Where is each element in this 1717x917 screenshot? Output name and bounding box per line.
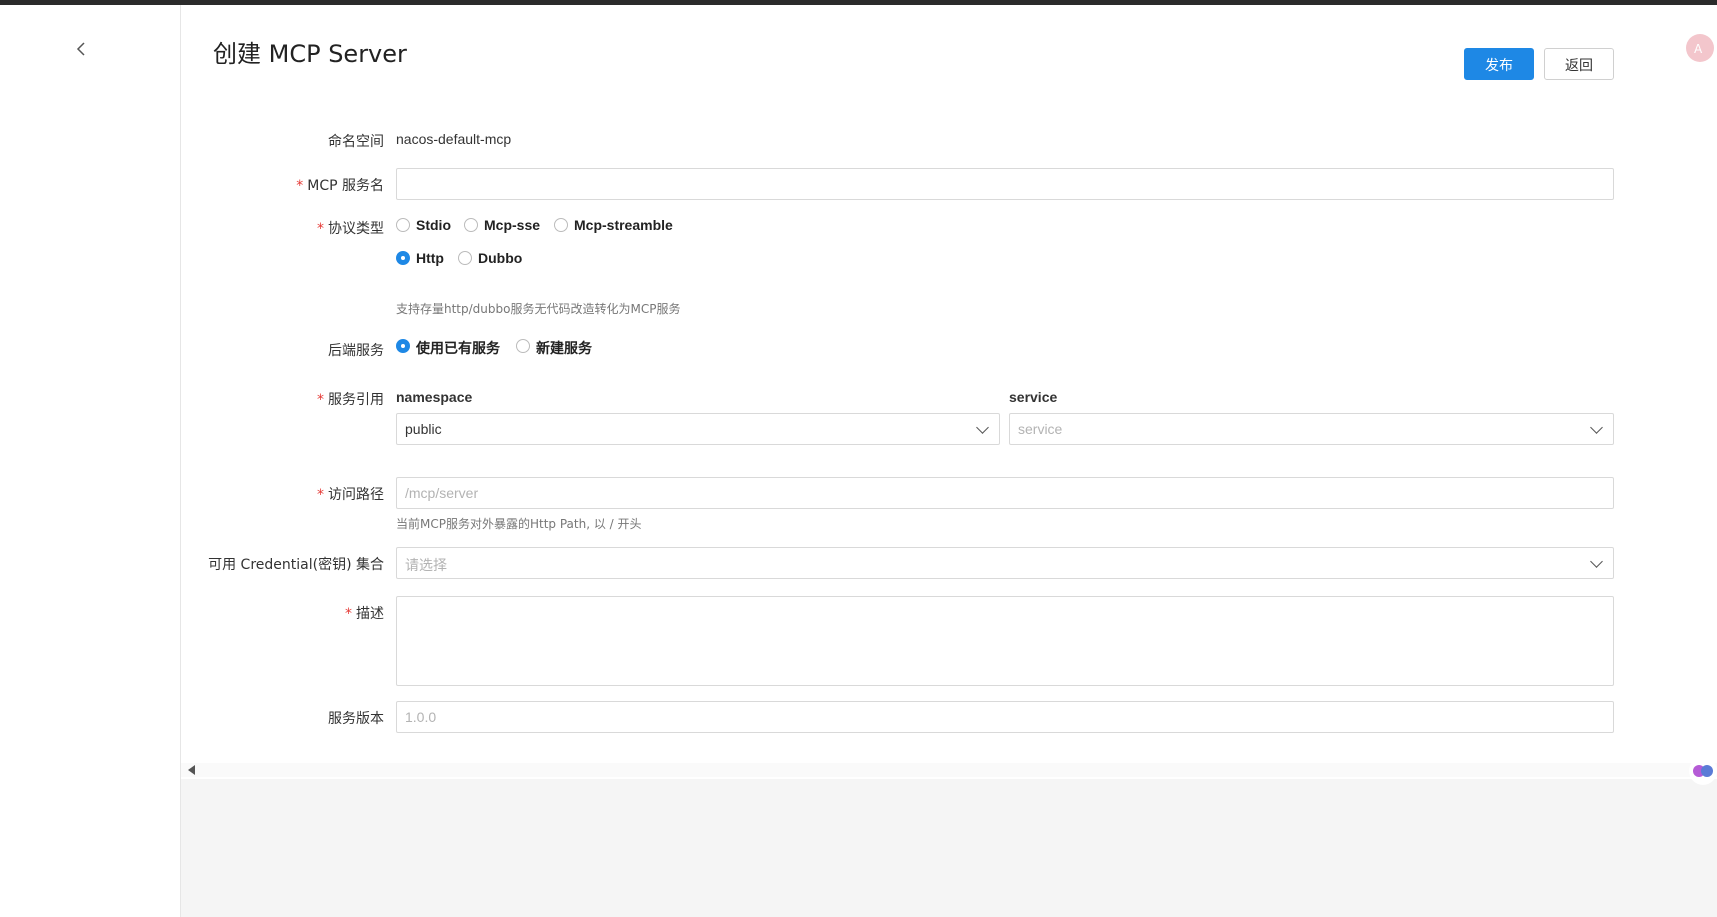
namespace-subhead: namespace bbox=[396, 389, 473, 405]
translate-icon[interactable]: A bbox=[1686, 34, 1714, 62]
namespace-value: nacos-default-mcp bbox=[396, 131, 512, 147]
version-label: 服务版本 bbox=[328, 711, 384, 727]
service-ref-label: * 服务引用 bbox=[317, 392, 384, 408]
left-panel bbox=[0, 5, 181, 917]
description-label: * 描述 bbox=[345, 606, 384, 622]
credential-label: 可用 Credential(密钥) 集合 bbox=[208, 557, 384, 573]
brain-icon[interactable] bbox=[1689, 757, 1717, 785]
protocol-label: * 协议类型 bbox=[317, 221, 384, 237]
chevron-down-icon bbox=[976, 421, 989, 434]
credential-select[interactable]: 请选择 bbox=[396, 547, 1614, 579]
access-path-input[interactable]: /mcp/server bbox=[396, 477, 1614, 509]
description-textarea[interactable] bbox=[396, 596, 1614, 686]
access-path-label: * 访问路径 bbox=[317, 487, 384, 503]
horizontal-scrollbar[interactable] bbox=[181, 763, 1717, 777]
back-button[interactable]: 返回 bbox=[1544, 48, 1614, 80]
page-title: 创建 MCP Server bbox=[213, 40, 407, 68]
chevron-left-icon[interactable] bbox=[72, 39, 92, 59]
service-subhead: service bbox=[1009, 389, 1058, 405]
service-name-input[interactable] bbox=[396, 168, 1614, 200]
version-input[interactable]: 1.0.0 bbox=[396, 701, 1614, 733]
service-name-label: * MCP 服务名 bbox=[296, 178, 384, 194]
namespace-select[interactable]: public bbox=[396, 413, 1000, 445]
service-select[interactable]: service bbox=[1009, 413, 1614, 445]
namespace-label: 命名空间 bbox=[328, 134, 384, 150]
publish-button[interactable]: 发布 bbox=[1464, 48, 1534, 80]
protocol-hint: 支持存量http/dubbo服务无代码改造转化为MCP服务 bbox=[396, 302, 681, 316]
access-path-hint: 当前MCP服务对外暴露的Http Path, 以 / 开头 bbox=[396, 517, 642, 531]
svg-text:A: A bbox=[1694, 42, 1703, 56]
scroll-left-arrow-icon[interactable] bbox=[188, 765, 195, 775]
footer-area bbox=[181, 779, 1717, 917]
chevron-down-icon bbox=[1590, 555, 1603, 568]
backend-label: 后端服务 bbox=[328, 343, 384, 359]
chevron-down-icon bbox=[1590, 421, 1603, 434]
